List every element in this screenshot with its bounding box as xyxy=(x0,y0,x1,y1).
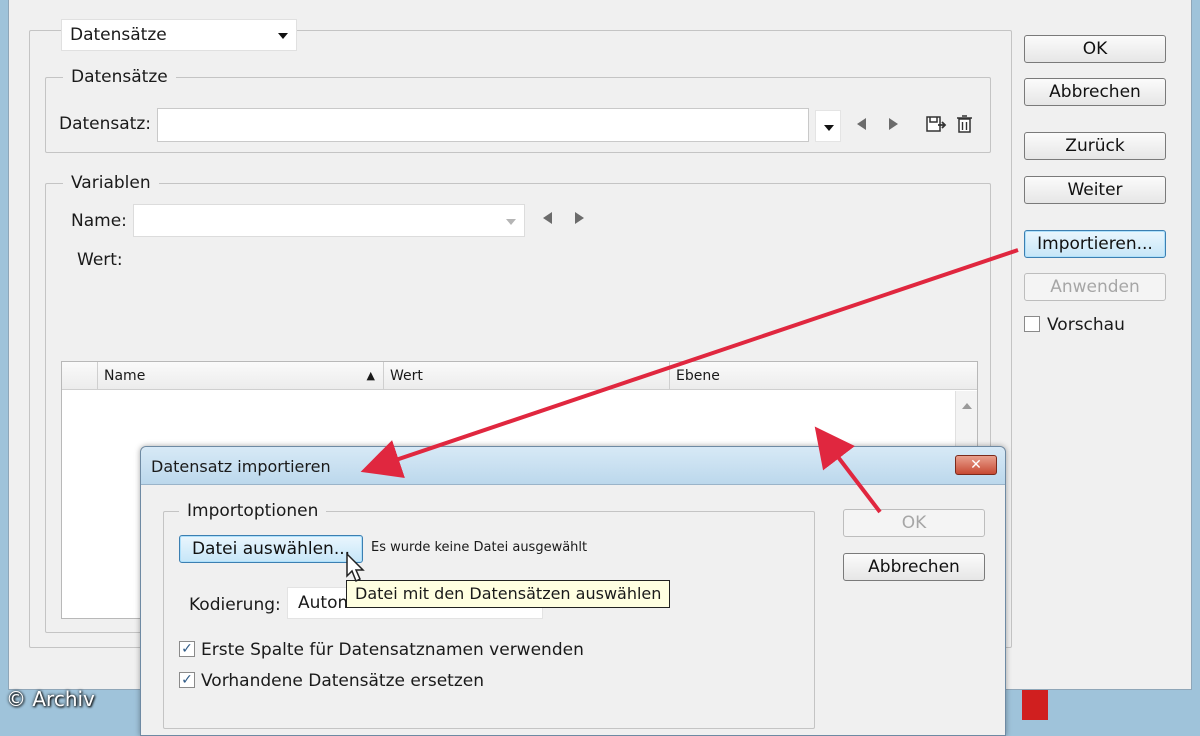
arrow-import-to-dialog xyxy=(360,248,1019,478)
annotation-arrows xyxy=(360,248,1019,514)
arrow-ok-to-table xyxy=(814,426,882,514)
watermark: © Archiv xyxy=(6,687,95,711)
